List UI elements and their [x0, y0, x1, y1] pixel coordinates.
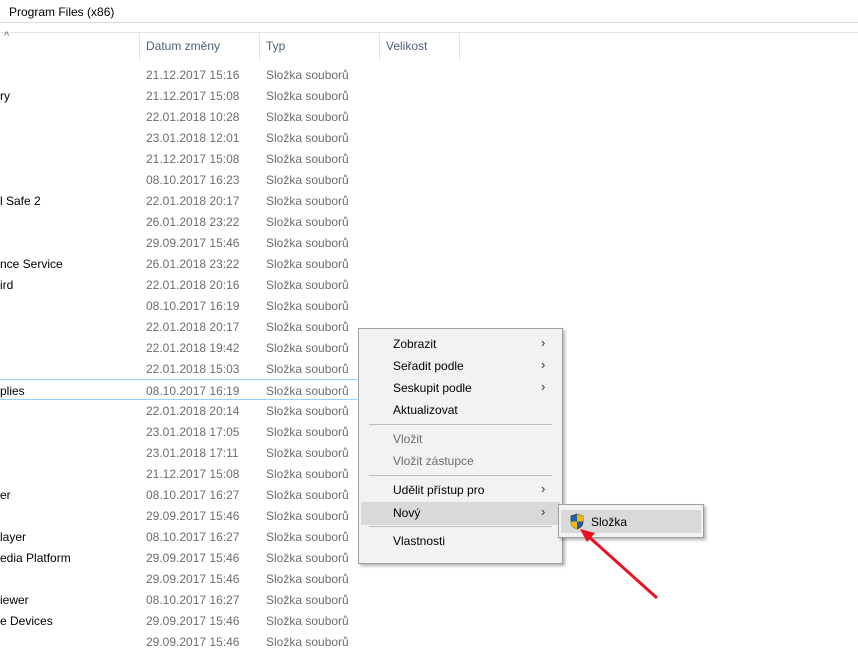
- red-arrow-annotation: [580, 529, 659, 600]
